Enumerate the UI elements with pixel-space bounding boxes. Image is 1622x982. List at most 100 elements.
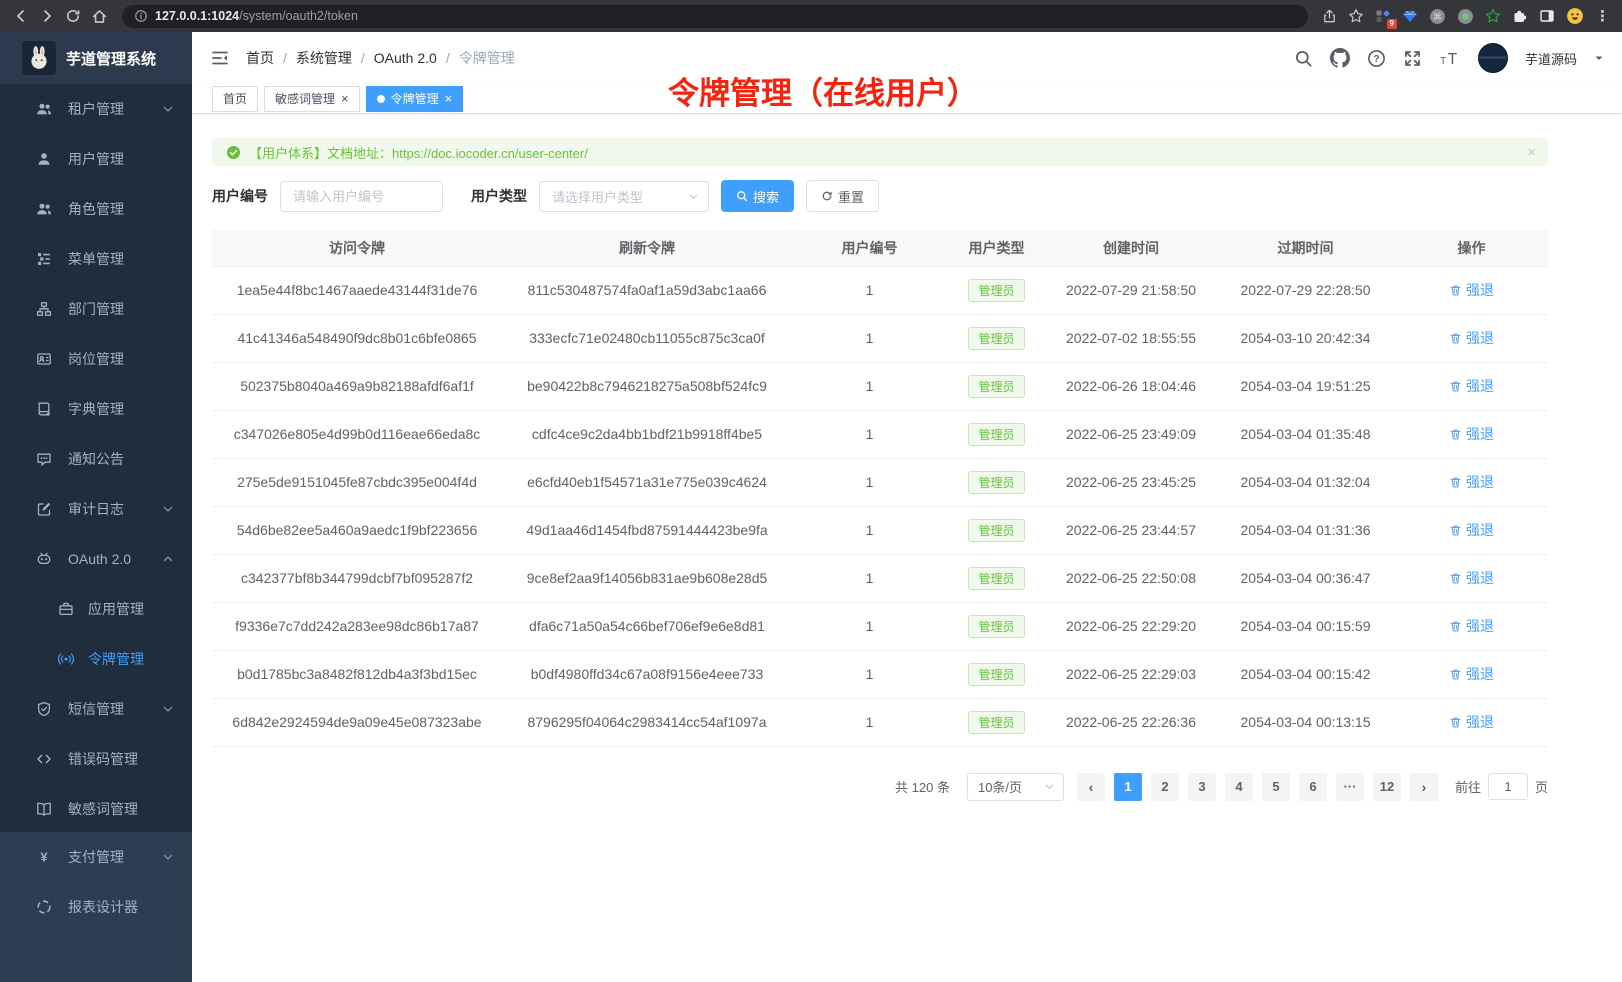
banner-close-icon[interactable]: × [1527,144,1536,161]
browser-menu-icon[interactable]: ⋮ [1595,7,1610,25]
created-time-cell: 2022-06-25 22:29:03 [1046,650,1216,698]
page-button-4[interactable]: 4 [1225,773,1253,801]
action-cell: 强退 [1395,554,1548,602]
username[interactable]: 芋道源码 [1525,49,1577,68]
sidebar-item-user[interactable]: 用户管理 [0,134,192,184]
breadcrumb-item[interactable]: OAuth 2.0 [374,50,437,66]
expire-time-cell: 2022-07-29 22:28:50 [1216,266,1395,314]
created-time-cell: 2022-07-02 18:55:55 [1046,314,1216,362]
sidebar-item-audit-log[interactable]: 审计日志 [0,484,192,534]
page-ellipsis[interactable]: ··· [1336,773,1364,801]
page-size-select[interactable]: 10条/页 [967,773,1064,801]
site-info-icon[interactable] [134,9,148,23]
sidebar-item-sms[interactable]: 短信管理 [0,684,192,734]
back-icon[interactable] [8,3,34,29]
force-logout-button[interactable]: 强退 [1449,664,1494,684]
user-id-input[interactable] [280,181,443,212]
page-button-12[interactable]: 12 [1373,773,1401,801]
force-logout-button[interactable]: 强退 [1449,424,1494,444]
sidebar-item-label: 岗位管理 [68,349,174,369]
jump-page-input[interactable] [1488,773,1528,800]
user-avatar[interactable] [1478,43,1508,73]
user-type-cell: 管理员 [947,266,1046,314]
address-bar[interactable]: 127.0.0.1:1024/system/oauth2/token [122,5,1308,28]
user-menu-caret-icon[interactable] [1594,53,1604,63]
sidebar-item-oauth2-app[interactable]: 应用管理 [0,584,192,634]
sidebar-item-dept[interactable]: 部门管理 [0,284,192,334]
side-panel-icon[interactable] [1539,8,1555,24]
search-button[interactable]: 搜索 [721,180,794,212]
reset-button[interactable]: 重置 [806,180,879,212]
force-logout-button[interactable]: 强退 [1449,520,1494,540]
sidebar-item-oauth2-token[interactable]: 令牌管理 [0,634,192,684]
user-type-select[interactable]: 请选择用户类型 [539,181,709,212]
tab-close-icon[interactable]: × [341,92,349,105]
tab-home[interactable]: 首页 [212,86,258,112]
page-button-6[interactable]: 6 [1299,773,1327,801]
tab-sensitive-word[interactable]: 敏感词管理 × [264,86,360,112]
breadcrumb-item[interactable]: 系统管理 [296,48,352,68]
force-logout-button[interactable]: 强退 [1449,328,1494,348]
user-type-cell: 管理员 [947,602,1046,650]
user-type-badge: 管理员 [968,279,1024,302]
star-extension-icon[interactable] [1485,8,1501,24]
message-icon [36,451,52,467]
sidebar-item-sensitive-word[interactable]: 敏感词管理 [0,784,192,832]
user-group-icon [36,101,52,117]
puzzle-extension-icon[interactable] [1512,8,1528,24]
sidebar-item-post[interactable]: 岗位管理 [0,334,192,384]
sidebar-item-role[interactable]: 角色管理 [0,184,192,234]
tab-token[interactable]: 令牌管理 × [366,86,464,112]
table-row: 275e5de9151045fe87cbdc395e004f4d e6cfd40… [212,458,1548,506]
page-button-2[interactable]: 2 [1151,773,1179,801]
force-logout-button[interactable]: 强退 [1449,376,1494,396]
force-logout-label: 强退 [1466,712,1494,732]
reload-icon[interactable] [60,3,86,29]
annotation-title: 令牌管理（在线用户） [668,68,978,113]
fullscreen-icon[interactable] [1403,49,1422,68]
gem-extension-icon[interactable] [1402,8,1418,24]
sidebar-item-dict[interactable]: 字典管理 [0,384,192,434]
next-page-button[interactable]: › [1410,773,1438,801]
record-extension-icon[interactable] [1457,8,1474,25]
help-icon[interactable]: ? [1367,49,1386,68]
force-logout-button[interactable]: 强退 [1449,472,1494,492]
command-extension-icon[interactable]: ⌘ [1429,8,1446,25]
breadcrumb-item[interactable]: 首页 [246,48,274,68]
refresh-icon [821,190,833,202]
trash-icon [1449,284,1462,297]
table-row: 502375b8040a469a9b82188afdf6af1f be90422… [212,362,1548,410]
sidebar: 芋道管理系统 租户管理 用户管理 角色管理 菜单管理 部门管理 岗位管理 字典管… [0,32,192,982]
action-cell: 强退 [1395,410,1548,458]
force-logout-button[interactable]: 强退 [1449,712,1494,732]
font-size-icon[interactable]: TT [1439,49,1461,68]
profile-avatar-icon[interactable] [1566,7,1584,25]
page-button-5[interactable]: 5 [1262,773,1290,801]
page-button-1[interactable]: 1 [1114,773,1142,801]
force-logout-button[interactable]: 强退 [1449,280,1494,300]
prev-page-button[interactable]: ‹ [1077,773,1105,801]
force-logout-button[interactable]: 强退 [1449,568,1494,588]
page-button-3[interactable]: 3 [1188,773,1216,801]
extension-tabs-icon[interactable]: 9 [1375,8,1391,24]
sidebar-item-error-code[interactable]: 错误码管理 [0,734,192,784]
sidebar-item-label: 应用管理 [88,599,174,619]
tab-close-icon[interactable]: × [445,92,453,105]
share-icon[interactable] [1322,9,1337,24]
home-icon[interactable] [86,3,112,29]
banner-link[interactable]: https://doc.iocoder.cn/user-center/ [392,146,588,161]
github-icon[interactable] [1330,48,1350,68]
sidebar-item-notice[interactable]: 通知公告 [0,434,192,484]
sidebar-item-report-designer[interactable]: 报表设计器 [0,882,192,932]
expire-time-cell: 2054-03-04 00:15:42 [1216,650,1395,698]
force-logout-button[interactable]: 强退 [1449,616,1494,636]
menu-fold-icon[interactable] [210,48,230,68]
sidebar-item-pay[interactable]: ¥ 支付管理 [0,832,192,882]
bookmark-star-icon[interactable] [1348,8,1364,24]
forward-icon[interactable] [34,3,60,29]
sidebar-item-oauth2[interactable]: OAuth 2.0 [0,534,192,584]
sidebar-item-tenant[interactable]: 租户管理 [0,84,192,134]
search-icon[interactable] [1294,49,1313,68]
access-token-cell: 275e5de9151045fe87cbdc395e004f4d [212,458,502,506]
sidebar-item-menu[interactable]: 菜单管理 [0,234,192,284]
